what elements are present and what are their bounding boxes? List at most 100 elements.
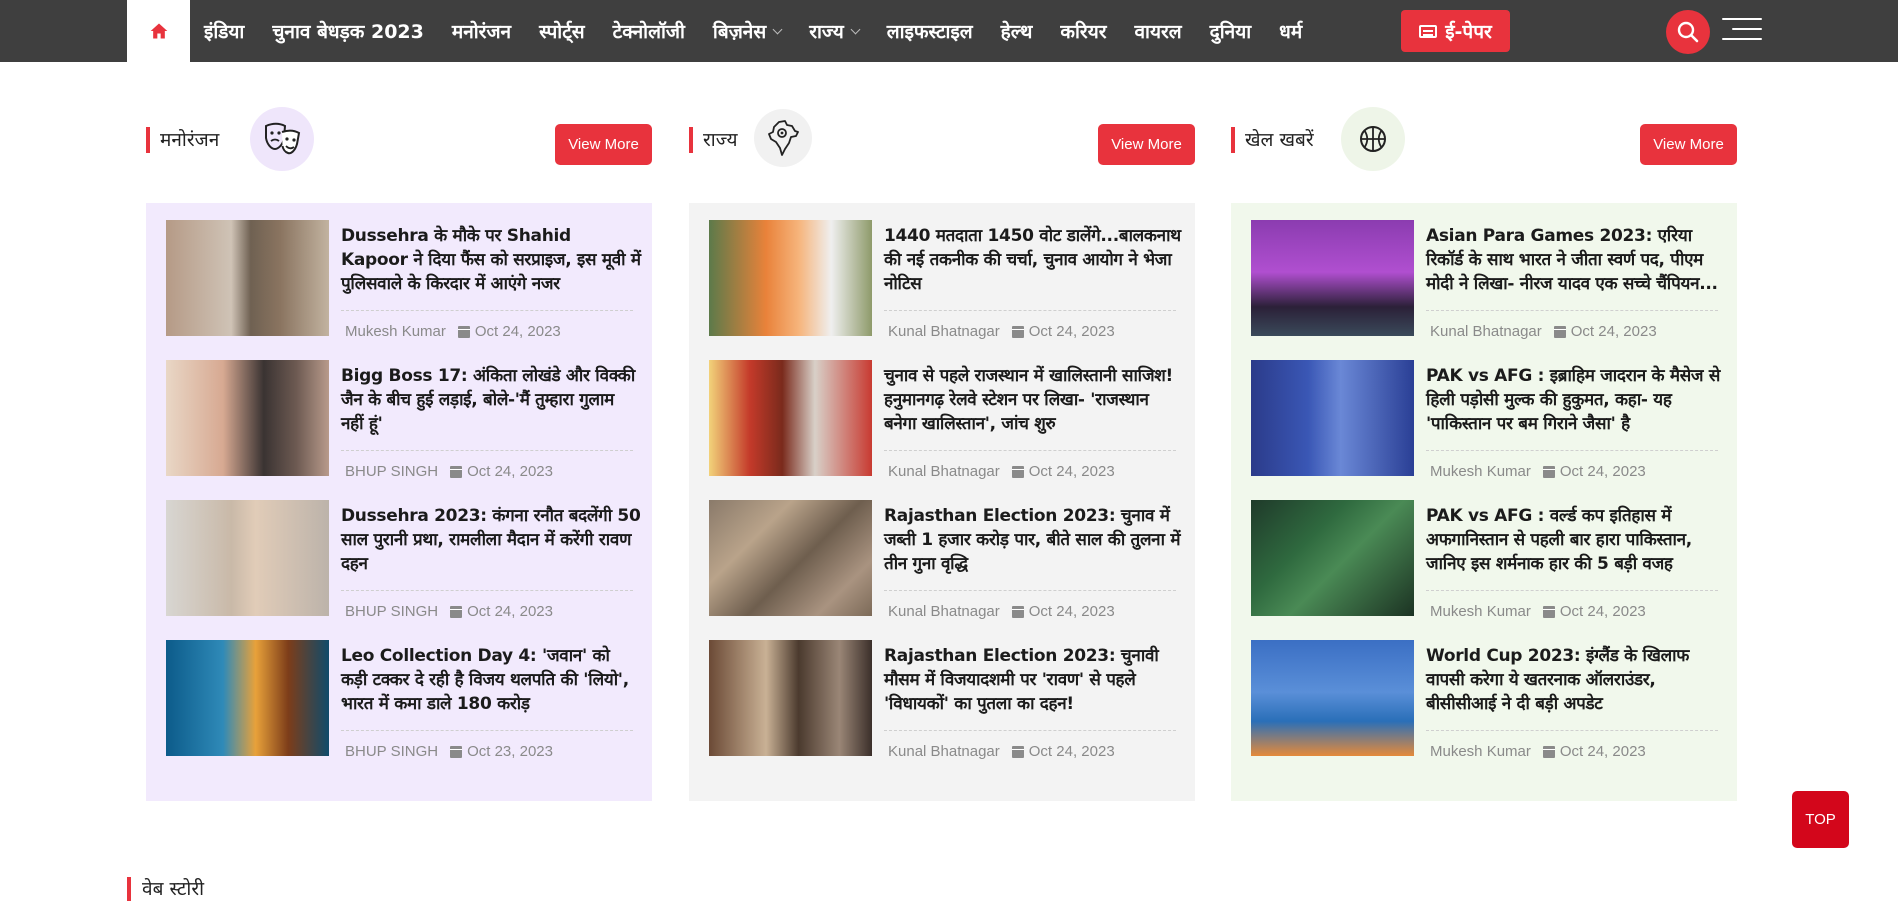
story-meta: Mukesh Kumar Oct 24, 2023	[1426, 590, 1718, 620]
story-item[interactable]: Asian Para Games 2023: एरिया रिकॉर्ड के …	[1251, 220, 1718, 360]
story-author: Kunal Bhatnagar	[888, 603, 1000, 620]
home-button[interactable]	[127, 0, 190, 62]
nav-item-health[interactable]: हेल्थ	[987, 18, 1047, 44]
back-to-top-button[interactable]: TOP	[1792, 791, 1849, 848]
calendar-icon	[1542, 745, 1555, 758]
story-thumbnail[interactable]	[709, 360, 872, 476]
section-header: राज्य View More	[689, 105, 1195, 180]
nav-menu: इंडिया चुनाव बेधड़क 2023 मनोरंजन स्पोर्ट…	[190, 0, 1316, 62]
nav-item-label: वायरल	[1134, 21, 1182, 43]
nav-item-entertainment[interactable]: मनोरंजन	[438, 18, 525, 44]
search-button[interactable]	[1666, 10, 1710, 54]
calendar-icon	[1011, 325, 1024, 338]
basketball-icon	[1341, 107, 1405, 171]
story-item[interactable]: Rajasthan Election 2023: चुनाव में जब्ती…	[709, 500, 1181, 640]
nav-item-religion[interactable]: धर्म	[1265, 18, 1316, 44]
view-more-button[interactable]: View More	[555, 124, 652, 165]
story-item[interactable]: Dussehra 2023: कंगना रनौत बदलेंगी 50 साल…	[166, 500, 641, 640]
nav-item-label: हेल्थ	[1000, 21, 1033, 43]
india-map-icon	[754, 109, 812, 167]
story-author: Kunal Bhatnagar	[888, 323, 1000, 340]
nav-item-business[interactable]: बिज़नेस	[699, 18, 795, 44]
story-author: BHUP SINGH	[345, 603, 439, 620]
story-headline[interactable]: World Cup 2023: इंग्लैंड के खिलाफ वापसी …	[1426, 644, 1726, 716]
nav-item-career[interactable]: करियर	[1046, 18, 1120, 44]
story-headline[interactable]: Rajasthan Election 2023: चुनावी मौसम में…	[884, 644, 1184, 716]
nav-item-label: मनोरंजन	[451, 21, 512, 43]
story-date: Oct 24, 2023	[1028, 743, 1115, 760]
story-headline[interactable]: Dussehra 2023: कंगना रनौत बदलेंगी 50 साल…	[341, 504, 641, 576]
story-thumbnail[interactable]	[709, 220, 872, 336]
story-meta: BHUP SINGH Oct 24, 2023	[341, 450, 633, 480]
epaper-label: ई-पेपर	[1445, 21, 1492, 43]
section-title: मनोरंजन	[146, 127, 219, 153]
story-item[interactable]: Leo Collection Day 4: 'जवान' को कड़ी टक्…	[166, 640, 633, 780]
nav-item-election[interactable]: चुनाव बेधड़क 2023	[258, 18, 438, 44]
story-thumbnail[interactable]	[1251, 640, 1414, 756]
story-date: Oct 24, 2023	[1559, 603, 1646, 620]
story-item[interactable]: PAK vs AFG : इब्राहिम जादरान के मैसेज से…	[1251, 360, 1720, 500]
section-header: खेल खबरें View More	[1231, 105, 1737, 180]
nav-item-world[interactable]: दुनिया	[1196, 18, 1266, 44]
story-item[interactable]: PAK vs AFG : वर्ल्ड कप इतिहास में अफगानि…	[1251, 500, 1718, 640]
story-thumbnail[interactable]	[1251, 360, 1414, 476]
nav-item-lifestyle[interactable]: लाइफस्टाइल	[873, 18, 987, 44]
story-meta: BHUP SINGH Oct 23, 2023	[341, 730, 633, 760]
epaper-button[interactable]: ई-पेपर	[1401, 10, 1510, 52]
nav-item-india[interactable]: इंडिया	[190, 18, 258, 44]
story-headline[interactable]: Dussehra के मौके पर Shahid Kapoor ने दिय…	[341, 224, 641, 296]
calendar-icon	[450, 465, 463, 478]
theater-masks-icon	[250, 107, 314, 171]
nav-item-viral[interactable]: वायरल	[1120, 18, 1195, 44]
nav-item-label: टेक्नोलॉजी	[612, 21, 685, 43]
story-author: Mukesh Kumar	[1430, 743, 1531, 760]
view-more-button[interactable]: View More	[1098, 124, 1195, 165]
nav-item-label: लाइफस्टाइल	[886, 21, 973, 43]
story-item[interactable]: World Cup 2023: इंग्लैंड के खिलाफ वापसी …	[1251, 640, 1718, 780]
story-thumbnail[interactable]	[709, 500, 872, 616]
story-headline[interactable]: Bigg Boss 17: अंकिता लोखंडे और विक्की जै…	[341, 364, 641, 436]
story-thumbnail[interactable]	[166, 220, 329, 336]
story-card-list: 1440 मतदाता 1450 वोट डालेंगे...बालकनाथ क…	[689, 203, 1195, 801]
story-thumbnail[interactable]	[709, 640, 872, 756]
story-item[interactable]: Rajasthan Election 2023: चुनावी मौसम में…	[709, 640, 1176, 780]
story-headline[interactable]: PAK vs AFG : वर्ल्ड कप इतिहास में अफगानि…	[1426, 504, 1726, 576]
story-author: BHUP SINGH	[345, 743, 439, 760]
story-thumbnail[interactable]	[166, 360, 329, 476]
story-author: Mukesh Kumar	[345, 323, 446, 340]
story-headline[interactable]: 1440 मतदाता 1450 वोट डालेंगे...बालकनाथ क…	[884, 224, 1184, 296]
hamburger-menu-icon[interactable]	[1722, 17, 1762, 43]
story-meta: Kunal Bhatnagar Oct 24, 2023	[884, 730, 1176, 760]
story-meta: Mukesh Kumar Oct 24, 2023	[1426, 730, 1718, 760]
nav-item-technology[interactable]: टेक्नोलॉजी	[599, 18, 699, 44]
story-headline[interactable]: Asian Para Games 2023: एरिया रिकॉर्ड के …	[1426, 224, 1726, 296]
story-meta: BHUP SINGH Oct 24, 2023	[341, 590, 633, 620]
story-item[interactable]: Bigg Boss 17: अंकिता लोखंडे और विक्की जै…	[166, 360, 635, 500]
story-item[interactable]: 1440 मतदाता 1450 वोट डालेंगे...बालकनाथ क…	[709, 220, 1181, 360]
story-author: Kunal Bhatnagar	[1430, 323, 1542, 340]
story-item[interactable]: Dussehra के मौके पर Shahid Kapoor ने दिय…	[166, 220, 641, 360]
story-item[interactable]: चुनाव से पहले राजस्थान में खालिस्तानी सा…	[709, 360, 1176, 500]
story-thumbnail[interactable]	[166, 640, 329, 756]
story-author: BHUP SINGH	[345, 463, 439, 480]
story-thumbnail[interactable]	[1251, 500, 1414, 616]
story-date: Oct 24, 2023	[1028, 323, 1115, 340]
story-author: Mukesh Kumar	[1430, 463, 1531, 480]
story-date: Oct 24, 2023	[1570, 323, 1657, 340]
story-headline[interactable]: PAK vs AFG : इब्राहिम जादरान के मैसेज से…	[1426, 364, 1726, 436]
calendar-icon	[450, 745, 463, 758]
nav-item-sports[interactable]: स्पोर्ट्स	[525, 18, 599, 44]
story-headline[interactable]: चुनाव से पहले राजस्थान में खालिस्तानी सा…	[884, 364, 1184, 436]
story-thumbnail[interactable]	[166, 500, 329, 616]
nav-item-label: धर्म	[1279, 21, 1303, 43]
calendar-icon	[1542, 465, 1555, 478]
view-more-button[interactable]: View More	[1640, 124, 1737, 165]
story-thumbnail[interactable]	[1251, 220, 1414, 336]
chevron-down-icon	[772, 24, 783, 34]
story-headline[interactable]: Rajasthan Election 2023: चुनाव में जब्ती…	[884, 504, 1184, 576]
nav-item-states[interactable]: राज्य	[795, 18, 873, 44]
story-meta: Kunal Bhatnagar Oct 24, 2023	[884, 310, 1176, 340]
section-states: राज्य View More 1440 मतदाता 1450 वोट डाल…	[689, 105, 1195, 801]
story-author: Kunal Bhatnagar	[888, 743, 1000, 760]
story-headline[interactable]: Leo Collection Day 4: 'जवान' को कड़ी टक्…	[341, 644, 641, 716]
